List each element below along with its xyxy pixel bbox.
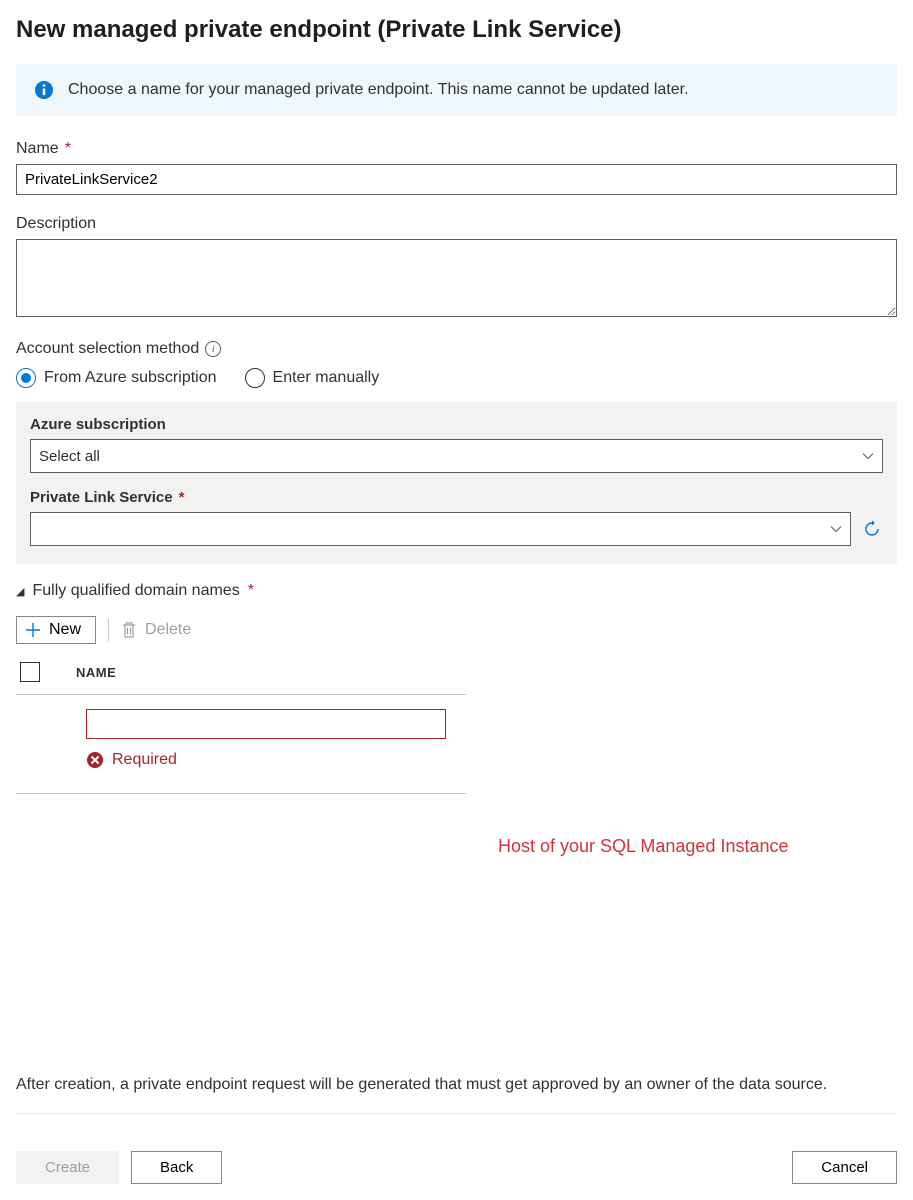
annotation-text: Host of your SQL Managed Instance [498, 836, 789, 857]
description-label: Description [16, 215, 897, 233]
azure-subscription-select[interactable]: Select all [30, 439, 883, 473]
error-icon [86, 751, 104, 769]
back-button[interactable]: Back [131, 1151, 222, 1184]
info-icon [34, 80, 54, 100]
table-row: Required [16, 695, 466, 794]
name-label: Name* [16, 140, 897, 158]
fqdn-table: NAME Required [16, 662, 466, 794]
info-banner: Choose a name for your managed private e… [16, 64, 897, 116]
fqdn-section-header[interactable]: ◢ Fully qualified domain names * [16, 582, 897, 600]
collapse-icon: ◢ [16, 585, 24, 598]
radio-icon [245, 368, 265, 388]
description-textarea[interactable] [16, 239, 897, 317]
refresh-button[interactable] [861, 518, 883, 540]
required-asterisk: * [179, 489, 185, 506]
fqdn-input[interactable] [86, 709, 446, 739]
azure-subpanel: Azure subscription Select all Private Li… [16, 402, 897, 564]
column-header-name: NAME [76, 665, 116, 680]
required-asterisk: * [248, 582, 254, 600]
create-button: Create [16, 1151, 119, 1184]
radio-icon [16, 368, 36, 388]
footer-note: After creation, a private endpoint reque… [16, 1073, 897, 1114]
account-method-label: Account selection method i [16, 340, 897, 358]
select-all-checkbox[interactable] [20, 662, 40, 682]
delete-button: Delete [121, 621, 191, 639]
required-asterisk: * [65, 140, 71, 158]
refresh-icon [863, 520, 881, 538]
info-icon[interactable]: i [205, 341, 221, 357]
error-text: Required [112, 751, 177, 769]
name-input[interactable] [16, 164, 897, 195]
azure-subscription-label: Azure subscription [30, 416, 883, 433]
radio-enter-manually[interactable]: Enter manually [245, 368, 380, 388]
page-title: New managed private endpoint (Private Li… [16, 16, 897, 44]
chevron-down-icon [830, 523, 842, 535]
radio-from-azure[interactable]: From Azure subscription [16, 368, 217, 388]
private-link-service-select[interactable] [30, 512, 851, 546]
info-banner-text: Choose a name for your managed private e… [68, 78, 689, 102]
chevron-down-icon [862, 450, 874, 462]
private-link-service-label: Private Link Service* [30, 489, 883, 506]
trash-icon [121, 621, 137, 639]
new-button[interactable]: New [16, 616, 96, 644]
plus-icon [25, 622, 41, 638]
divider [108, 619, 109, 641]
cancel-button[interactable]: Cancel [792, 1151, 897, 1184]
